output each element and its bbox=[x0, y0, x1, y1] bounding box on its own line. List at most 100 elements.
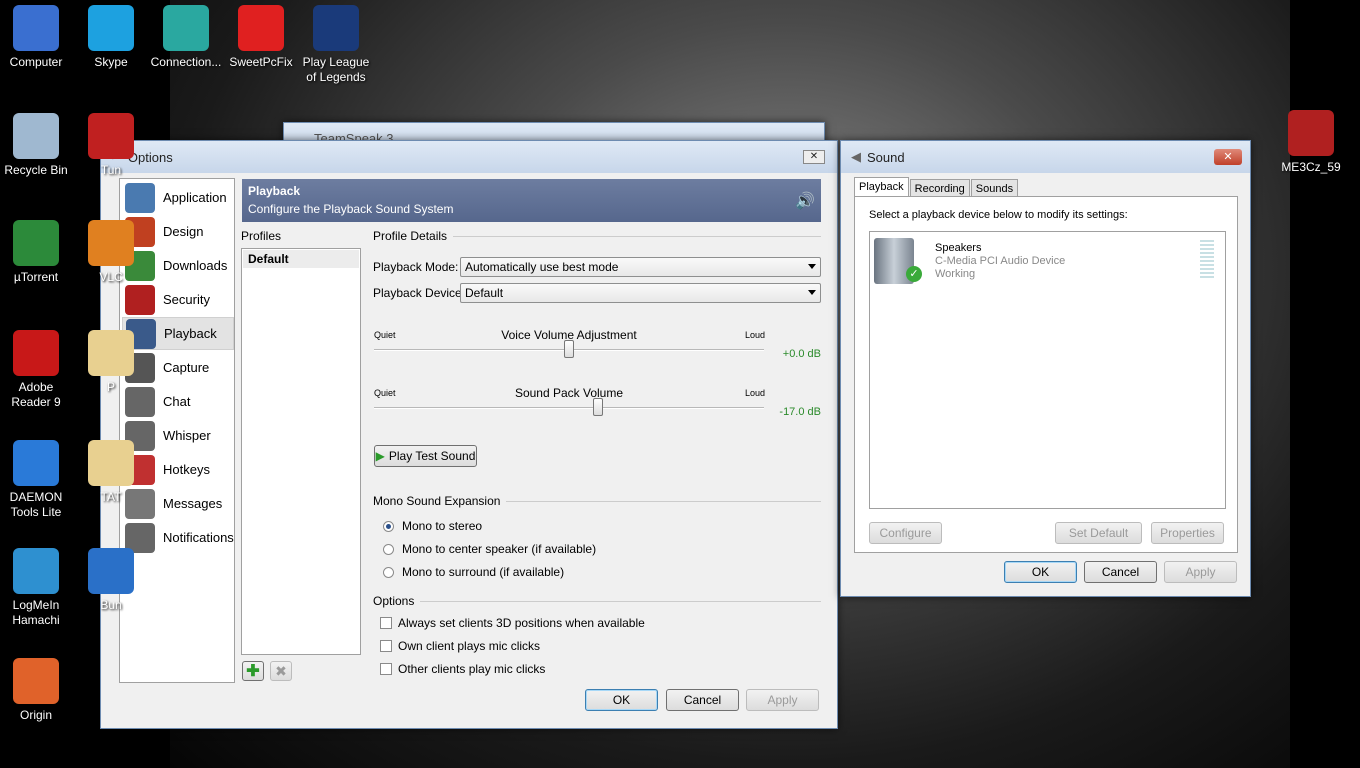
desktop-icon-image bbox=[13, 658, 59, 704]
desktop-icon[interactable]: Recycle Bin bbox=[0, 113, 74, 178]
sidebar-item-label: Messages bbox=[163, 496, 223, 511]
options-titlebar[interactable]: ✂ Options ✕ bbox=[101, 141, 837, 173]
desktop-icon[interactable]: µTorrent bbox=[0, 220, 74, 285]
desktop-icon[interactable]: Origin bbox=[0, 658, 74, 723]
desktop-icon[interactable]: Tun bbox=[73, 113, 149, 178]
set-default-button[interactable]: Set Default bbox=[1055, 522, 1142, 544]
pack-quiet-label: Quiet bbox=[374, 388, 396, 398]
properties-button[interactable]: Properties bbox=[1151, 522, 1224, 544]
desktop-icon-image bbox=[88, 113, 134, 159]
desktop-icon-me3[interactable]: ME3Cz_59 bbox=[1273, 110, 1349, 175]
playback-mode-value: Automatically use best mode bbox=[465, 260, 619, 274]
profile-details-label: Profile Details bbox=[373, 229, 448, 243]
pack-slider-handle[interactable] bbox=[592, 398, 603, 416]
pack-loud-label: Loud bbox=[745, 388, 766, 398]
sound-pack-slider[interactable] bbox=[374, 398, 764, 416]
desktop-icon[interactable]: Play League of Legends bbox=[298, 5, 374, 85]
radio-button[interactable] bbox=[383, 566, 394, 578]
checkbox-label: Other clients play mic clicks bbox=[398, 662, 546, 676]
me3-icon bbox=[1288, 110, 1334, 156]
mono-option-radio[interactable]: Mono to stereo bbox=[383, 519, 482, 533]
desktop-icon[interactable]: Connection... bbox=[148, 5, 224, 70]
desktop-icon-label: Skype bbox=[94, 55, 128, 69]
speaker-icon: 🔊 bbox=[795, 193, 815, 210]
desktop-icon-label: Tun bbox=[100, 163, 122, 177]
playback-device-select[interactable]: Default bbox=[460, 283, 821, 303]
desktop-icon[interactable]: TAT bbox=[73, 440, 149, 505]
delete-profile-button[interactable]: ✖ bbox=[270, 661, 292, 681]
close-button[interactable]: ✕ bbox=[1214, 149, 1242, 165]
tab-recording[interactable]: Recording bbox=[909, 179, 970, 196]
sidebar-item-application[interactable]: Application bbox=[122, 181, 234, 214]
tab-sounds[interactable]: Sounds bbox=[970, 179, 1019, 196]
radio-button[interactable] bbox=[383, 520, 394, 532]
checkbox[interactable] bbox=[380, 640, 392, 652]
desktop-icon-label: Recycle Bin bbox=[4, 163, 68, 177]
sidebar-item-security[interactable]: Security bbox=[122, 283, 234, 316]
radio-button[interactable] bbox=[383, 543, 394, 555]
configure-button[interactable]: Configure bbox=[869, 522, 942, 544]
profile-item-default[interactable]: Default bbox=[243, 250, 359, 268]
sound-ok-button[interactable]: OK bbox=[1004, 561, 1077, 583]
sound-cancel-button[interactable]: Cancel bbox=[1084, 561, 1157, 583]
desktop-icon[interactable]: SweetPcFix bbox=[223, 5, 299, 70]
voice-quiet-label: Quiet bbox=[374, 330, 396, 340]
option-checkbox[interactable]: Other clients play mic clicks bbox=[380, 662, 545, 676]
tab-playback[interactable]: Playback bbox=[854, 177, 909, 197]
add-profile-button[interactable]: ✚ bbox=[242, 661, 264, 681]
sidebar-item-label: Design bbox=[163, 224, 204, 239]
desktop-icon-label: DAEMON Tools Lite bbox=[9, 490, 63, 519]
sound-title: Sound bbox=[867, 149, 905, 165]
cancel-button[interactable]: Cancel bbox=[666, 689, 739, 711]
desktop-icon-label: TAT bbox=[100, 490, 122, 504]
profiles-list: Default bbox=[241, 248, 361, 655]
device-item-speakers[interactable]: ✓ Speakers C-Media PCI Audio Device Work… bbox=[872, 236, 1222, 288]
sound-apply-button[interactable]: Apply bbox=[1164, 561, 1237, 583]
desktop-icon[interactable]: LogMeIn Hamachi bbox=[0, 548, 74, 628]
desktop-icon[interactable]: Adobe Reader 9 bbox=[0, 330, 74, 410]
apply-button[interactable]: Apply bbox=[746, 689, 819, 711]
mono-section: Mono Sound Expansion bbox=[373, 494, 821, 508]
checkbox[interactable] bbox=[380, 617, 392, 629]
device-driver: C-Media PCI Audio Device bbox=[935, 255, 1066, 267]
checkbox-label: Own client plays mic clicks bbox=[398, 639, 541, 653]
application-icon bbox=[125, 182, 155, 213]
option-checkbox[interactable]: Own client plays mic clicks bbox=[380, 639, 540, 653]
mono-option-radio[interactable]: Mono to surround (if available) bbox=[383, 565, 564, 579]
playback-mode-label: Playback Mode: bbox=[373, 260, 459, 274]
ok-button[interactable]: OK bbox=[585, 689, 658, 711]
desktop-icon[interactable]: VLC bbox=[73, 220, 149, 285]
page-header: Playback Configure the Playback Sound Sy… bbox=[242, 179, 821, 222]
voice-slider-handle[interactable] bbox=[564, 340, 574, 358]
options-label: Options bbox=[373, 594, 415, 608]
sidebar-item-label: Hotkeys bbox=[163, 462, 210, 477]
header-subtitle: Configure the Playback Sound System bbox=[248, 202, 454, 216]
checkbox[interactable] bbox=[380, 663, 392, 675]
voice-volume-slider[interactable] bbox=[374, 340, 764, 358]
option-checkbox[interactable]: Always set clients 3D positions when ava… bbox=[380, 616, 645, 630]
mono-option-radio[interactable]: Mono to center speaker (if available) bbox=[383, 542, 596, 556]
desktop-icon-image bbox=[88, 548, 134, 594]
desktop-icon[interactable]: P bbox=[73, 330, 149, 395]
desktop-icon[interactable]: Bun bbox=[73, 548, 149, 613]
options-window: ✂ Options ✕ Application Design Downloads Se… bbox=[100, 140, 838, 729]
radio-label: Mono to surround (if available) bbox=[402, 565, 565, 579]
play-test-sound-button[interactable]: ▶ Play Test Sound bbox=[374, 445, 477, 467]
desktop-icon-label: Play League of Legends bbox=[302, 55, 370, 84]
play-test-label: Play Test Sound bbox=[388, 449, 476, 463]
sound-titlebar[interactable]: ◀ Sound ✕ bbox=[841, 141, 1250, 173]
desktop-icon-image bbox=[13, 548, 59, 594]
sidebar-item-label: Notifications bbox=[163, 530, 234, 545]
desktop-icon[interactable]: Skype bbox=[73, 5, 149, 70]
sidebar-item-label: Playback bbox=[164, 326, 217, 341]
playback-mode-select[interactable]: Automatically use best mode bbox=[460, 257, 821, 277]
desktop-icon[interactable]: Computer bbox=[0, 5, 74, 70]
sidebar-item-label: Capture bbox=[163, 360, 210, 375]
mono-label: Mono Sound Expansion bbox=[373, 494, 501, 508]
sidebar-item-label: Application bbox=[163, 190, 227, 205]
header-title: Playback bbox=[248, 184, 301, 198]
volume-meter bbox=[1200, 240, 1214, 280]
close-button[interactable]: ✕ bbox=[803, 150, 825, 164]
desktop-icon[interactable]: DAEMON Tools Lite bbox=[0, 440, 74, 520]
desktop-icon-label: VLC bbox=[99, 270, 123, 284]
